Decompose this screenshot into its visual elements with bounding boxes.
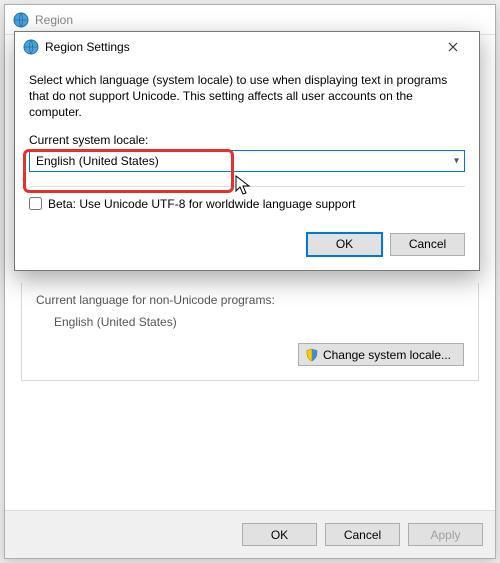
region-settings-titlebar: Region Settings <box>15 32 479 62</box>
region-ok-button[interactable]: OK <box>242 523 317 546</box>
region-settings-body: Select which language (system locale) to… <box>15 62 479 225</box>
settings-ok-button[interactable]: OK <box>307 233 382 256</box>
beta-utf8-checkbox[interactable] <box>29 197 42 210</box>
beta-utf8-row[interactable]: Beta: Use Unicode UTF-8 for worldwide la… <box>29 197 465 211</box>
region-settings-title: Region Settings <box>45 40 433 54</box>
description-text: Select which language (system locale) to… <box>29 72 465 121</box>
non-unicode-label: Current language for non-Unicode program… <box>36 293 464 307</box>
shield-icon <box>305 348 319 362</box>
change-system-locale-button[interactable]: Change system locale... <box>298 343 464 366</box>
settings-cancel-button[interactable]: Cancel <box>390 233 465 256</box>
non-unicode-group: Current language for non-Unicode program… <box>21 283 479 381</box>
region-settings-dialog: Region Settings Select which language (s… <box>14 31 480 271</box>
close-button[interactable] <box>433 34 473 60</box>
locale-label: Current system locale: <box>29 133 465 147</box>
region-cancel-button[interactable]: Cancel <box>325 523 400 546</box>
beta-utf8-label: Beta: Use Unicode UTF-8 for worldwide la… <box>48 197 356 211</box>
region-apply-button: Apply <box>408 523 483 546</box>
region-button-bar: OK Cancel Apply <box>5 510 495 558</box>
non-unicode-value: English (United States) <box>54 315 464 329</box>
close-icon <box>448 42 458 52</box>
globe-icon <box>23 39 39 55</box>
divider <box>29 186 465 187</box>
region-settings-button-bar: OK Cancel <box>15 225 479 270</box>
locale-combo-wrap: ▾ <box>29 150 465 172</box>
system-locale-dropdown[interactable] <box>29 150 465 172</box>
region-title: Region <box>35 13 73 27</box>
change-locale-label: Change system locale... <box>323 348 451 362</box>
globe-icon <box>13 12 29 28</box>
